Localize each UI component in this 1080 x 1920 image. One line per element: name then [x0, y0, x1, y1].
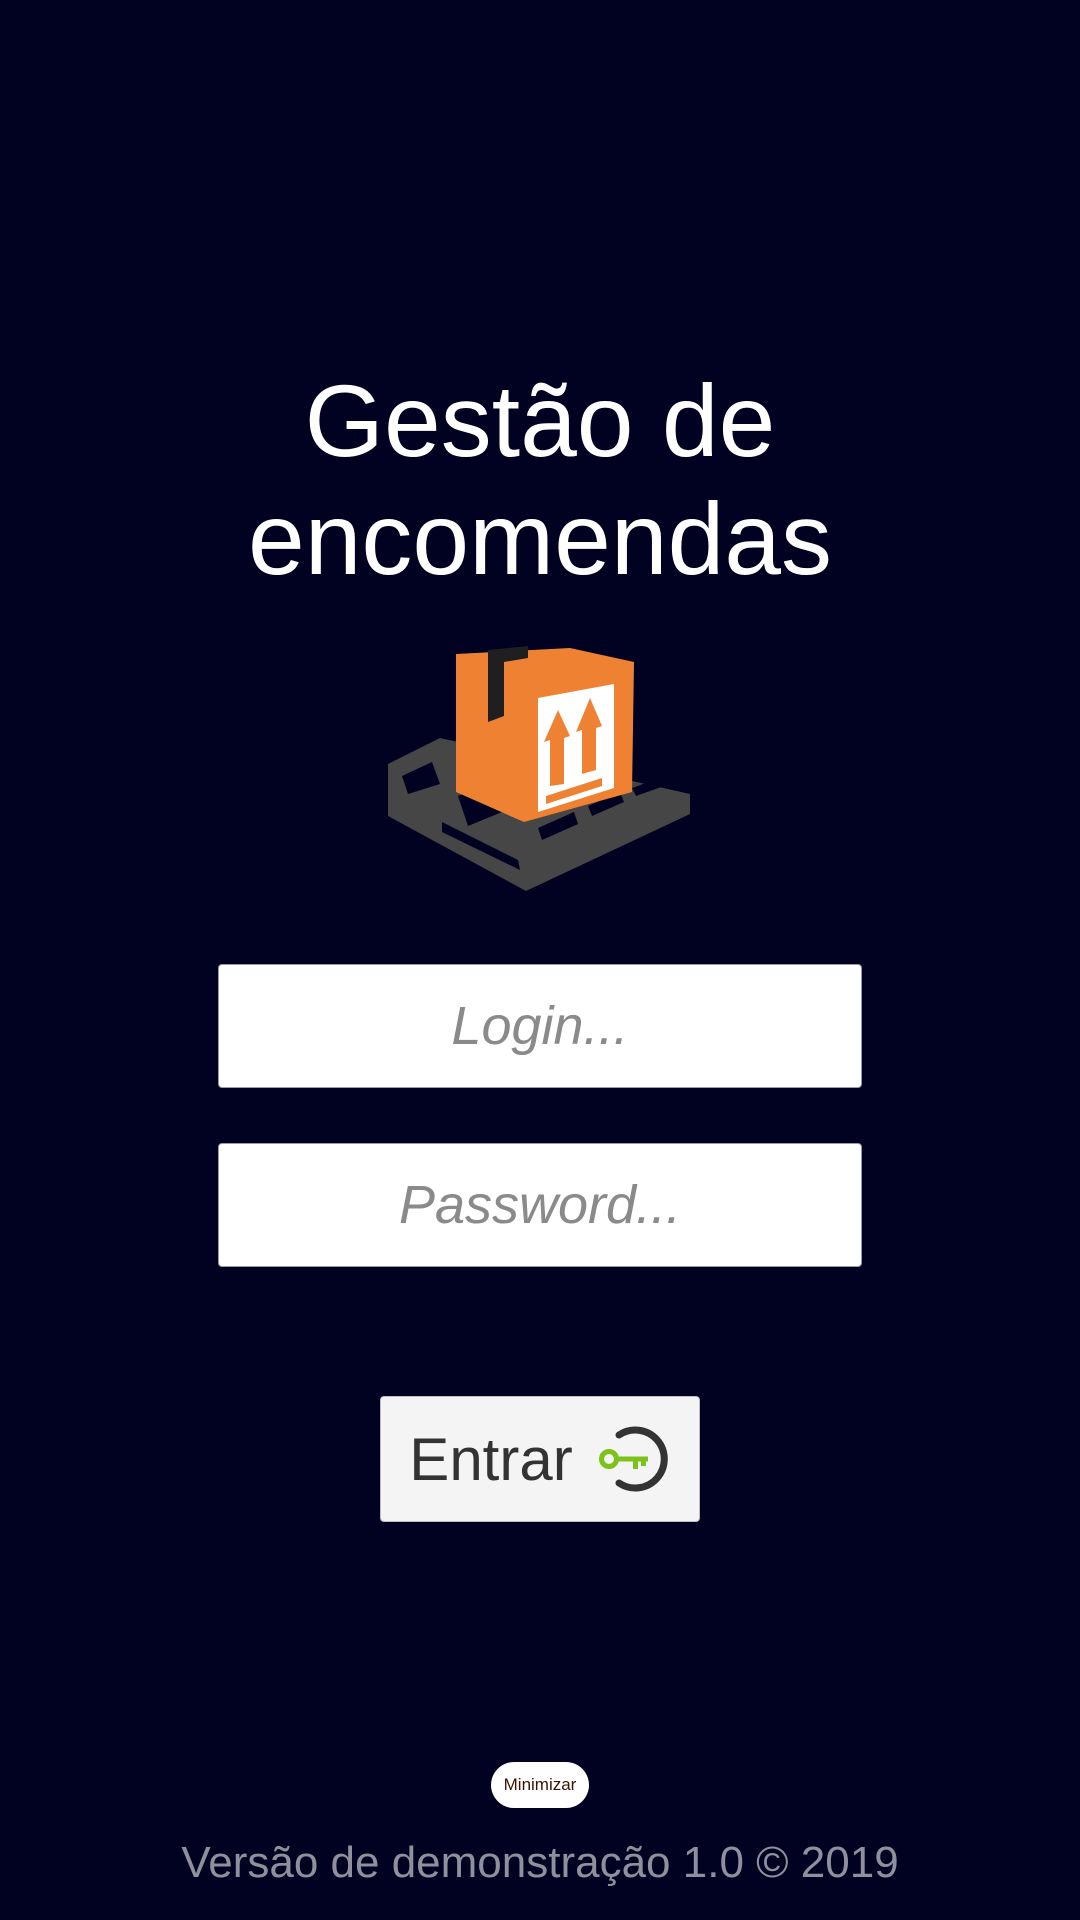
login-input[interactable] — [218, 964, 862, 1088]
package-on-pallet-icon — [388, 646, 690, 891]
enter-button-label: Entrar — [409, 1425, 573, 1493]
key-icon — [598, 1426, 668, 1492]
enter-button[interactable]: Entrar — [380, 1396, 700, 1522]
app-title-line1: Gestão de — [304, 364, 776, 478]
version-text: Versão de demonstração 1.0 © 2019 — [181, 1838, 899, 1887]
minimize-button[interactable]: Minimizar — [491, 1762, 589, 1808]
password-input[interactable] — [218, 1143, 862, 1267]
app-title-line2: encomendas — [247, 482, 833, 596]
app-title: Gestão de encomendas — [0, 362, 1080, 598]
login-screen: Gestão de encomendas Entrar — [0, 0, 1080, 1920]
